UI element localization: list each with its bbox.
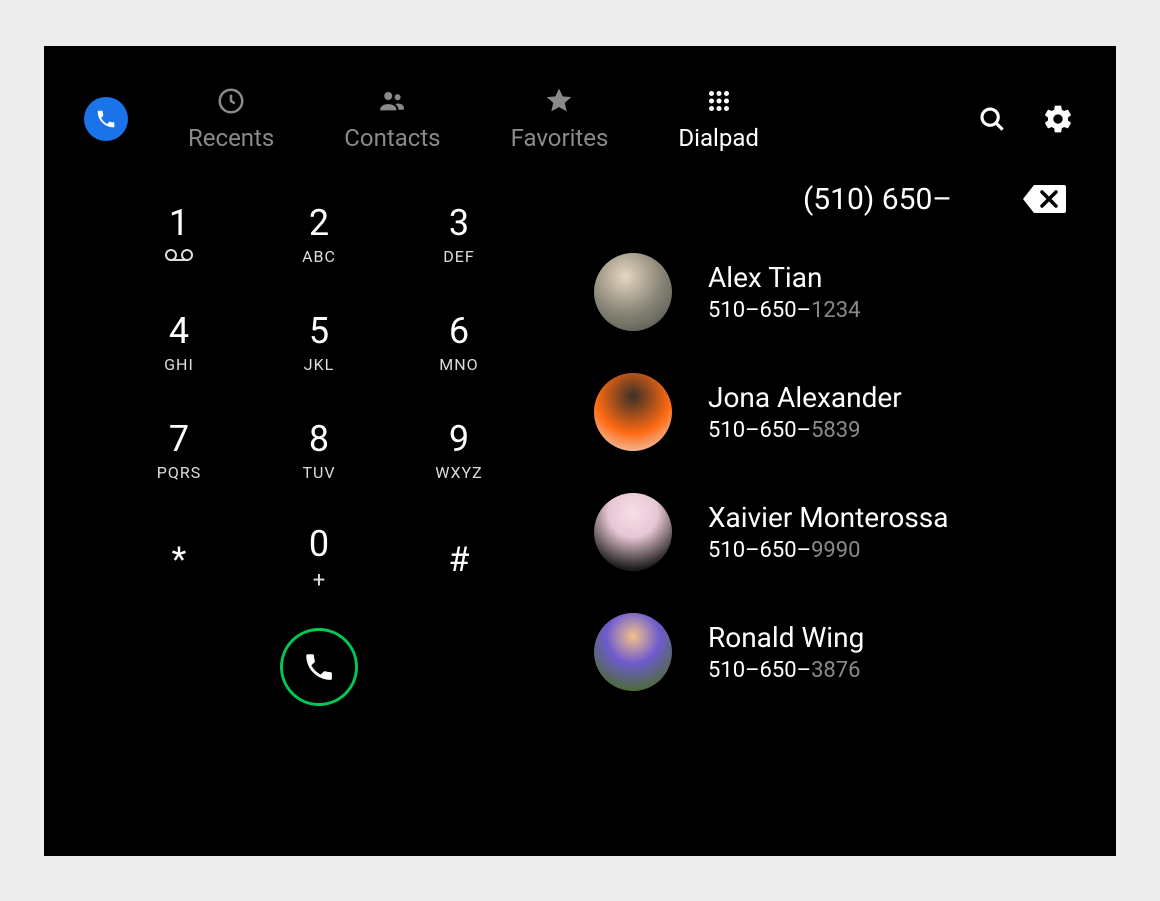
key-hash[interactable]: #: [389, 506, 529, 614]
contact-phone: 510–650–3876: [708, 658, 864, 683]
gear-icon: [1042, 103, 1074, 135]
key-sub: +: [313, 568, 325, 593]
tab-label: Recents: [188, 124, 274, 152]
key-4[interactable]: 4 GHI: [109, 290, 249, 398]
contact-name: Alex Tian: [708, 261, 861, 294]
backspace-icon: [1022, 183, 1066, 215]
key-digit: 4: [169, 313, 189, 349]
contact-text: Ronald Wing 510–650–3876: [708, 621, 864, 683]
key-digit: 3: [449, 205, 469, 241]
tab-contacts[interactable]: Contacts: [344, 86, 440, 152]
contact-text: Alex Tian 510–650–1234: [708, 261, 861, 323]
key-8[interactable]: 8 TUV: [249, 398, 389, 506]
phone-dialer-screen: Recents Contacts Favorites Dialpad: [44, 46, 1116, 856]
key-digit: #: [449, 543, 470, 577]
key-9[interactable]: 9 WXYZ: [389, 398, 529, 506]
key-digit: *: [172, 543, 187, 577]
dialed-number: (510) 650–: [803, 182, 952, 217]
key-sub: DEF: [443, 247, 474, 266]
key-digit: 6: [449, 313, 469, 349]
tab-favorites[interactable]: Favorites: [511, 86, 609, 152]
dialpad-grid: 1 2 ABC 3 DEF 4 GHI 5: [109, 182, 529, 614]
contact-suggestion[interactable]: Ronald Wing 510–650–3876: [594, 613, 1076, 691]
keypad-icon: [704, 86, 734, 116]
key-6[interactable]: 6 MNO: [389, 290, 529, 398]
toolbar-right: [974, 101, 1076, 137]
contact-name: Ronald Wing: [708, 621, 864, 654]
key-digit: 7: [169, 421, 189, 457]
phone-icon: [302, 650, 336, 684]
clock-icon: [216, 86, 246, 116]
search-icon: [977, 104, 1007, 134]
top-tab-bar: Recents Contacts Favorites Dialpad: [44, 46, 1116, 152]
contact-text: Jona Alexander 510–650–5839: [708, 381, 902, 443]
avatar: [594, 613, 672, 691]
contact-phone: 510–650–1234: [708, 298, 861, 323]
dialpad: 1 2 ABC 3 DEF 4 GHI 5: [84, 182, 554, 706]
key-sub: TUV: [302, 463, 335, 482]
key-sub: MNO: [439, 355, 478, 374]
key-digit: 8: [309, 421, 329, 457]
key-1[interactable]: 1: [109, 182, 249, 290]
tab-label: Dialpad: [678, 124, 759, 152]
key-sub: WXYZ: [435, 463, 482, 482]
tab-label: Contacts: [344, 124, 440, 152]
tab-recents[interactable]: Recents: [188, 86, 274, 152]
right-panel: (510) 650– Alex Tian 510–650–1234 Jo: [554, 182, 1076, 706]
key-digit: 5: [309, 313, 329, 349]
contact-suggestion[interactable]: Xaivier Monterossa 510–650–9990: [594, 493, 1076, 571]
contact-name: Jona Alexander: [708, 381, 902, 414]
body: 1 2 ABC 3 DEF 4 GHI 5: [44, 152, 1116, 706]
suggestions-list: Alex Tian 510–650–1234 Jona Alexander 51…: [594, 253, 1076, 691]
contact-text: Xaivier Monterossa 510–650–9990: [708, 501, 948, 563]
tabs-container: Recents Contacts Favorites Dialpad: [188, 86, 914, 152]
contact-suggestion[interactable]: Alex Tian 510–650–1234: [594, 253, 1076, 331]
key-3[interactable]: 3 DEF: [389, 182, 529, 290]
phone-app-badge[interactable]: [84, 97, 128, 141]
search-button[interactable]: [974, 101, 1010, 137]
key-2[interactable]: 2 ABC: [249, 182, 389, 290]
key-7[interactable]: 7 PQRS: [109, 398, 249, 506]
tab-label: Favorites: [511, 124, 609, 152]
key-digit: 1: [169, 205, 189, 241]
dialed-number-row: (510) 650–: [594, 182, 1076, 253]
avatar: [594, 373, 672, 451]
key-digit: 0: [309, 526, 329, 562]
key-sub: PQRS: [157, 463, 201, 482]
avatar: [594, 493, 672, 571]
tab-dialpad[interactable]: Dialpad: [678, 86, 759, 152]
voicemail-icon: [165, 247, 193, 266]
phone-icon: [95, 108, 117, 130]
key-sub: ABC: [302, 247, 336, 266]
call-button[interactable]: [280, 628, 358, 706]
settings-button[interactable]: [1040, 101, 1076, 137]
avatar: [594, 253, 672, 331]
contact-phone: 510–650–5839: [708, 418, 902, 443]
key-star[interactable]: *: [109, 506, 249, 614]
backspace-button[interactable]: [1022, 183, 1066, 215]
key-0[interactable]: 0 +: [249, 506, 389, 614]
contact-name: Xaivier Monterossa: [708, 501, 948, 534]
key-digit: 9: [449, 421, 469, 457]
star-icon: [544, 86, 574, 116]
key-digit: 2: [309, 205, 329, 241]
people-icon: [377, 86, 407, 116]
contact-suggestion[interactable]: Jona Alexander 510–650–5839: [594, 373, 1076, 451]
key-sub: GHI: [164, 355, 194, 374]
key-sub: JKL: [304, 355, 334, 374]
contact-phone: 510–650–9990: [708, 538, 948, 563]
key-5[interactable]: 5 JKL: [249, 290, 389, 398]
